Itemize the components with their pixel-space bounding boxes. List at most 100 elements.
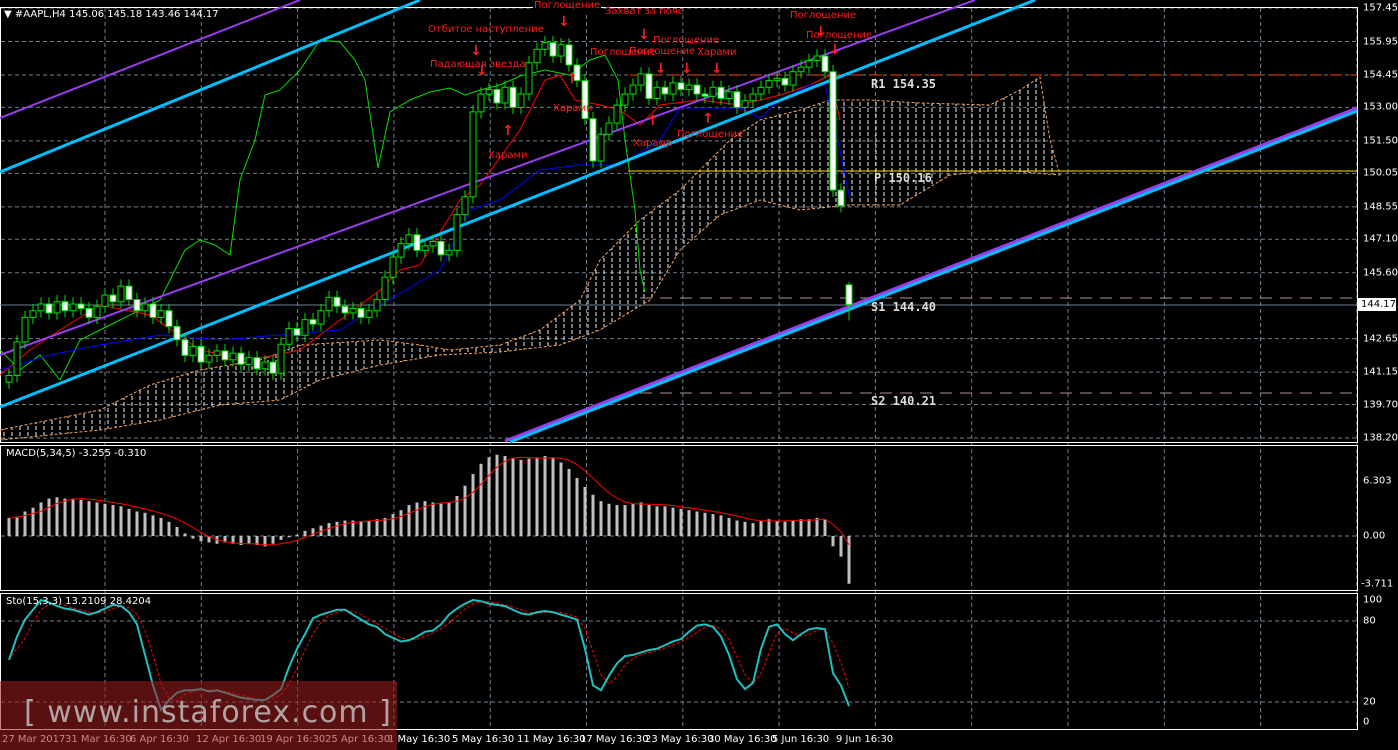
candle-body [213,350,221,356]
macd-bar [143,512,147,536]
macd-bar [119,506,123,536]
candle-body [365,310,373,318]
arrow-down-icon: ↓ [558,14,570,30]
candle [397,236,405,264]
macd-bar [823,519,827,536]
candle [373,292,381,318]
candle-body [757,86,765,95]
candle-body [133,299,141,312]
candle-body [653,86,661,99]
candle-body [357,307,365,318]
collapse-triangle-icon[interactable]: ▼ [4,9,12,20]
macd-axis-max: 6.303 [1363,475,1392,487]
macd-bar [775,520,779,536]
candle [13,335,21,383]
macd-bar [783,521,787,536]
candle-body [741,100,749,108]
candle-body [397,243,405,258]
candle-body [325,296,333,312]
candle [541,35,549,57]
watermark: [ www.instaforex.com ] [0,681,397,750]
candle [845,282,853,321]
candle-body [173,325,181,341]
price-axis-tick: 153.00 [1363,101,1398,113]
macd-bar [647,505,651,536]
candle-body [253,357,261,370]
candle-body [181,339,189,356]
chart-canvas[interactable] [0,0,1398,750]
candle-body [493,89,501,104]
candle [709,80,717,103]
price-axis-tick: 138.20 [1363,432,1398,444]
candle-body [269,361,277,374]
candle-body [701,93,709,97]
macd-bar [439,503,443,536]
macd-bar [431,502,435,536]
candle-body [373,299,381,312]
macd-bar [399,510,403,536]
candle-body [293,328,301,336]
macd-bar [543,456,547,536]
s1-label: S1 144.40 [871,300,937,314]
candle [101,288,109,313]
macd-bar [831,536,835,547]
candle-body [149,303,157,318]
macd-bar [175,526,179,536]
arrow-down-icon: ↓ [711,61,723,77]
macd-axis-min: -3.711 [1361,578,1394,590]
candle [813,49,821,68]
candle-body [333,296,341,307]
candle [341,299,349,320]
macd-bar [839,536,843,557]
candle [501,80,509,110]
macd-bar [327,523,331,536]
candle [213,344,221,363]
candle-body [501,86,509,104]
candle [549,35,557,63]
candle [493,82,501,110]
candle [485,82,493,101]
candle-body [541,42,549,50]
macd-bar [111,505,115,536]
arrow-up-icon: ↑ [566,71,578,87]
candle [285,321,293,351]
candle [445,243,453,262]
macd-bar [455,496,459,536]
candle [525,56,533,101]
candle-body [437,240,445,256]
macd-bar [199,536,203,542]
macd-bar [279,536,283,540]
candle [229,346,237,367]
macd-bar [471,474,475,536]
candle-body [453,214,461,251]
arrow-up-icon: ↑ [702,111,714,127]
candle-body [5,374,13,383]
macd-bar [503,456,507,536]
macd-bar [87,501,91,536]
macd-bar [631,503,635,536]
macd-bar [71,498,75,536]
candle [69,297,77,318]
macd-bar [63,498,67,536]
price-axis-tick: 145.60 [1363,267,1398,279]
macd-bar [807,519,811,536]
candle-body [405,234,413,245]
watermark-text: [ www.instaforex.com ] [24,695,392,730]
macd-bar [79,499,83,536]
macd-bar [759,520,763,536]
macd-bar [95,502,99,536]
macd-bar [815,517,819,536]
candle [149,297,157,325]
macd-bar [15,516,19,536]
candle-body [549,42,557,57]
macd-bar [511,458,515,536]
price-axis-tick: 151.50 [1363,135,1398,147]
candle-body [205,354,213,363]
sto-axis-100: 100 [1363,594,1383,606]
macd-title: MACD(5,34,5) -3.255 -0.310 [6,448,147,459]
candle [685,78,693,97]
macd-bar [383,517,387,536]
candle-body [685,84,693,91]
candle [621,87,629,112]
macd-bar [767,519,771,536]
